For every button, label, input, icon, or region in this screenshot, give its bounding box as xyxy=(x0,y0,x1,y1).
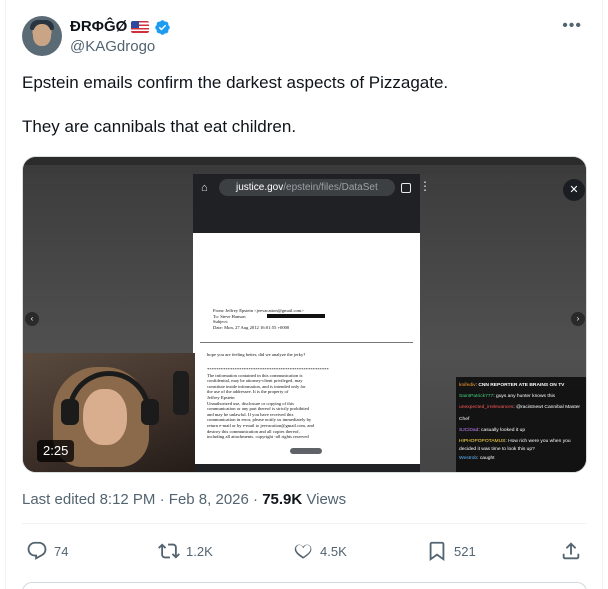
tabs-icon xyxy=(401,183,411,193)
close-icon[interactable]: ✕ xyxy=(563,179,585,201)
stream-chat: knifediv: CNN REPORTER ATE BRAINS ON TV … xyxy=(456,377,586,472)
headset-ear-right xyxy=(141,399,159,425)
share-button[interactable] xyxy=(560,536,582,566)
chat-message: caught xyxy=(479,456,495,462)
chat-user: HIPHOPOPOTAMUS xyxy=(459,439,506,445)
views-count: 75.9K xyxy=(262,491,303,508)
video-browser-tabs xyxy=(23,157,586,165)
chat-line: unexpected_irrelevances: @racistnewt Can… xyxy=(459,405,581,422)
heart-icon xyxy=(294,544,312,559)
page-indicator xyxy=(290,448,322,454)
chat-line: knifediv: CNN REPORTER ATE BRAINS ON TV xyxy=(459,383,565,388)
chat-user: SaintPatrick777 xyxy=(459,394,494,400)
edited-label[interactable]: Last edited xyxy=(22,491,95,508)
phone-url-bar: justice.gov/epstein/files/DataSet xyxy=(219,179,395,196)
bookmark-icon xyxy=(429,541,445,562)
repost-count: 1.2K xyxy=(186,543,213,559)
document-page: From: Jeffrey Epstein <jeevacation@gmail… xyxy=(193,233,420,464)
chevron-right-icon[interactable]: › xyxy=(571,312,585,326)
headset-ear-left xyxy=(61,399,79,425)
chat-message: CNN REPORTER ATE BRAINS ON TV xyxy=(478,383,565,388)
avatar-face xyxy=(33,24,51,46)
chat-message: guys any hunter knows this xyxy=(495,394,555,400)
phone-bottom-bar xyxy=(193,464,420,472)
repost-icon xyxy=(158,543,180,559)
video-duration: 2:25 xyxy=(37,440,75,462)
url-domain: justice.gov xyxy=(236,182,284,193)
chat-line: SaintPatrick777: guys any hunter knows t… xyxy=(459,394,555,400)
microphone-icon xyxy=(173,371,189,415)
avatar[interactable] xyxy=(22,16,62,56)
tweet-meta: Last edited 8:12 PM · Feb 8, 2026 · 75.9… xyxy=(22,490,346,510)
url-path: /epstein/files/DataSet xyxy=(283,182,378,193)
us-flag-icon xyxy=(131,21,150,33)
reply-button[interactable]: 74 xyxy=(26,536,68,566)
chat-line: HIPHOPOPOTAMUS: How rich were you when y… xyxy=(459,439,571,452)
email-body-main: ****************************************… xyxy=(207,367,329,440)
author-name-row[interactable]: ĐRΦĜØ xyxy=(70,17,171,37)
video-browser-toolbar xyxy=(23,165,586,174)
reply-compose-box[interactable] xyxy=(22,582,587,589)
tweet-time[interactable]: 8:12 PM xyxy=(100,491,156,508)
views-label: Views xyxy=(306,491,347,508)
action-bar: 74 1.2K 4.5K 521 xyxy=(22,536,587,566)
repost-button[interactable]: 1.2K xyxy=(158,536,213,566)
tweet-text: Epstein emails confirm the darkest aspec… xyxy=(22,73,449,136)
chat-line: Westrob: caught xyxy=(459,456,495,462)
chat-line: SJCiDad: casually looked it up xyxy=(459,427,526,433)
video-player[interactable]: ⌂ justice.gov/epstein/files/DataSet ⋮ Fr… xyxy=(22,156,587,473)
home-icon: ⌂ xyxy=(201,182,208,194)
email-header: From: Jeffrey Epstein <jeevacation@gmail… xyxy=(213,308,304,330)
redaction-bar xyxy=(267,314,325,318)
author-handle[interactable]: @KAGdrogo xyxy=(70,37,155,57)
tweet-date[interactable]: Feb 8, 2026 xyxy=(169,491,249,508)
like-button[interactable]: 4.5K xyxy=(292,536,347,566)
chat-user: unexpected_irrelevances xyxy=(459,405,514,411)
chat-user: SJCiDad xyxy=(459,427,479,433)
chat-message: casually looked it up xyxy=(481,427,526,433)
bookmark-count: 521 xyxy=(454,543,476,559)
bookmark-button[interactable]: 521 xyxy=(426,536,476,566)
chat-user: Westrob xyxy=(459,456,478,462)
divider xyxy=(22,523,587,524)
reply-count: 74 xyxy=(54,543,69,559)
share-icon xyxy=(562,542,580,560)
verified-badge-icon xyxy=(155,19,171,35)
chevron-left-icon[interactable]: ‹ xyxy=(25,312,39,326)
email-body-first: hope you are feeling better, did we anal… xyxy=(207,352,306,357)
like-count: 4.5K xyxy=(320,543,347,559)
reply-icon xyxy=(27,541,47,560)
display-name[interactable]: ĐRΦĜØ xyxy=(70,17,127,37)
meta-separator: · xyxy=(159,491,165,508)
chat-user: knifediv xyxy=(459,383,476,388)
menu-icon: ⋮ xyxy=(419,179,431,193)
meta-separator: · xyxy=(253,491,259,508)
doc-rule xyxy=(200,342,413,343)
more-options-icon[interactable]: ••• xyxy=(562,18,582,34)
